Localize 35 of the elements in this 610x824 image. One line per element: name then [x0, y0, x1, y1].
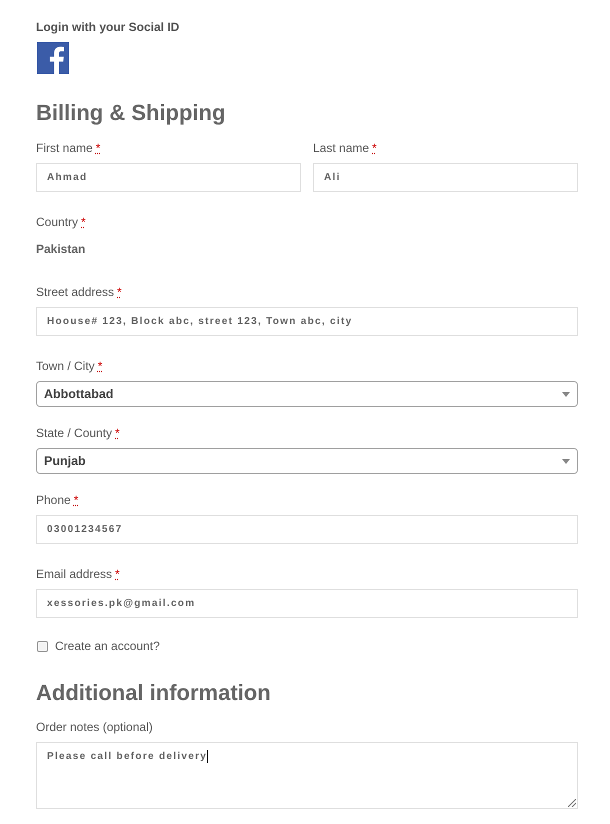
text-field[interactable]: Ali	[313, 163, 578, 192]
field-label: Street address	[36, 284, 114, 301]
field-label: Town / City	[36, 358, 95, 375]
required-mark: *	[117, 284, 122, 301]
required-mark: *	[115, 566, 120, 583]
textarea-field[interactable]: Please call before delivery	[36, 742, 578, 809]
required-mark: *	[96, 140, 100, 157]
text-field[interactable]: Ahmad	[36, 163, 301, 192]
required-mark: *	[115, 425, 120, 442]
field-label: Last name	[313, 140, 370, 157]
select-dropdown[interactable]: Punjab	[36, 448, 578, 474]
field-label: Country	[36, 214, 78, 231]
section-heading: Additional information	[36, 680, 271, 705]
country-value: Pakistan	[36, 242, 86, 256]
field-label: Order notes (optional)	[36, 719, 153, 736]
social-login-title: Login with your Social ID	[36, 20, 180, 34]
required-mark: *	[74, 492, 78, 509]
facebook-icon[interactable]	[37, 42, 69, 74]
required-mark: *	[98, 358, 102, 375]
dropdown-caret-icon	[562, 392, 570, 396]
dropdown-caret-icon	[562, 458, 570, 464]
field-label: First name	[36, 140, 93, 157]
checkbox[interactable]	[37, 640, 48, 652]
section-heading: Billing & Shipping	[36, 100, 226, 125]
text-field[interactable]: Hoouse# 123, Block abc, street 123, Town abc, city	[36, 307, 578, 336]
field-label: Phone	[36, 492, 71, 509]
text-field[interactable]: 03001234567	[36, 515, 578, 544]
text-field[interactable]: xessories.pk@gmail.com	[36, 589, 578, 618]
required-mark: *	[372, 140, 377, 157]
field-label: Email address	[36, 566, 112, 583]
field-label: State / County	[36, 425, 112, 442]
select-dropdown[interactable]: Abbottabad	[36, 381, 578, 407]
resize-grip-icon	[568, 799, 576, 807]
checkbox-label[interactable]: Create an account?	[55, 637, 160, 655]
required-mark: *	[81, 214, 86, 231]
